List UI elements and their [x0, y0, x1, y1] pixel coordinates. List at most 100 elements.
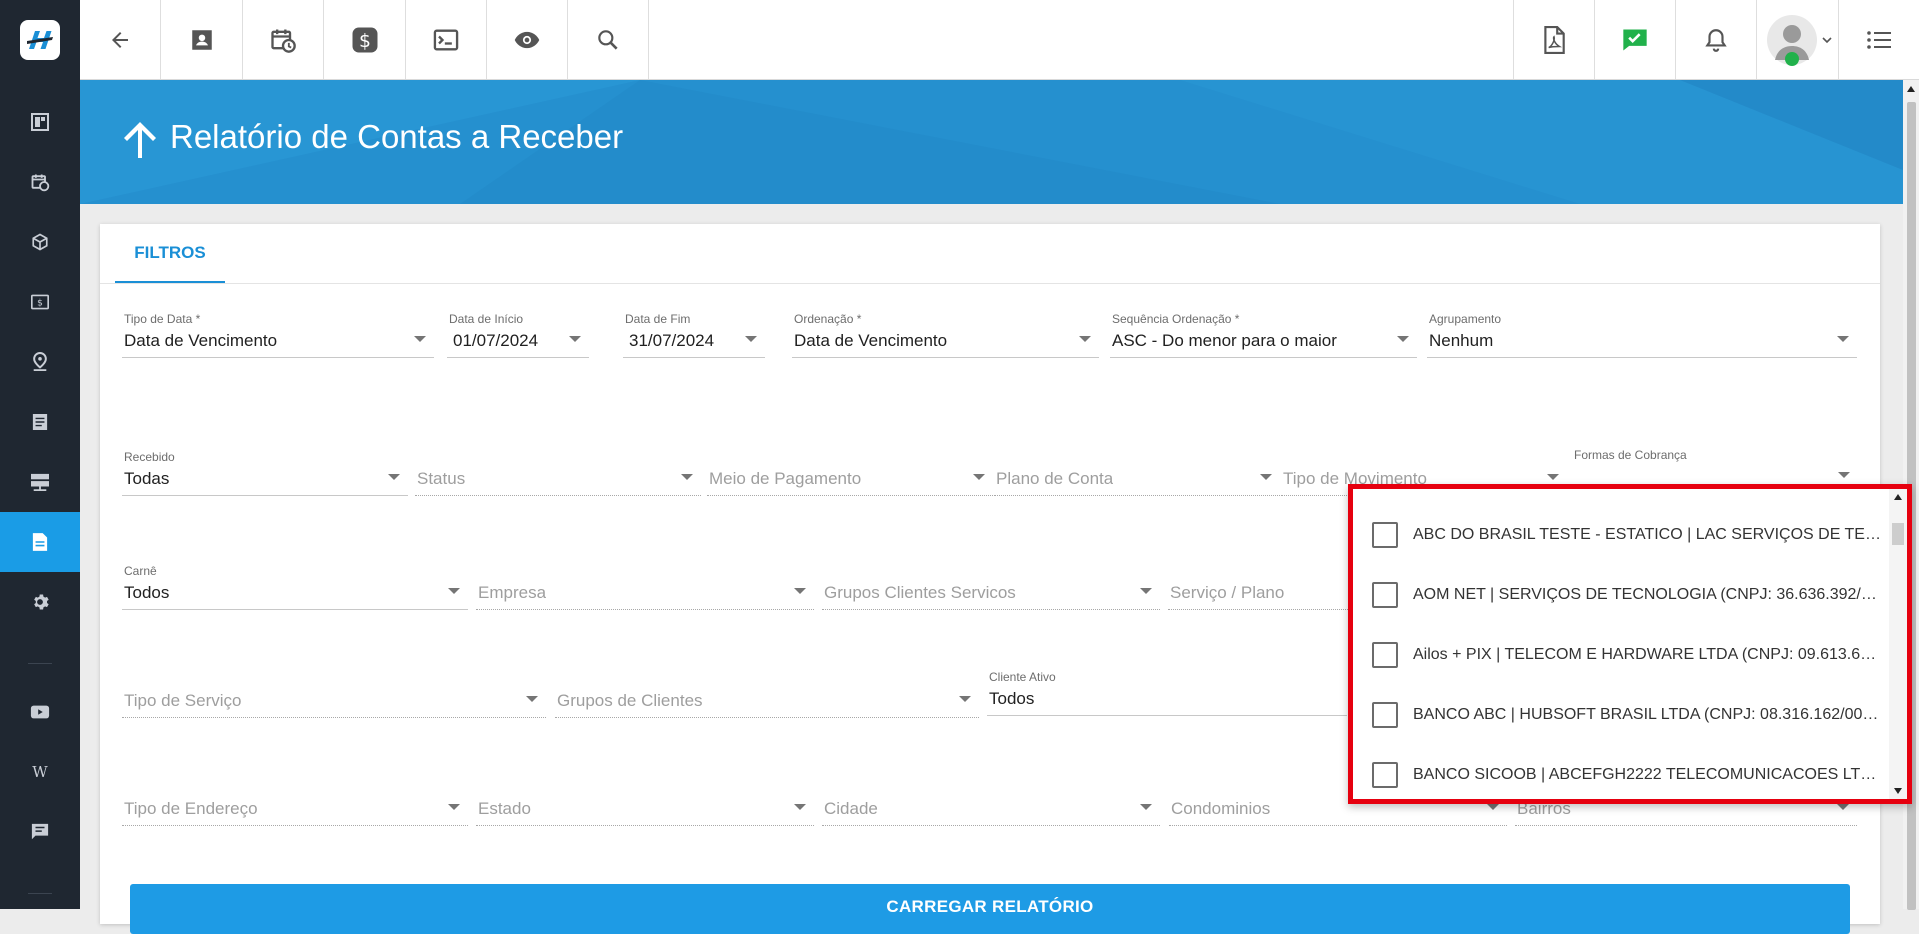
- recebido-select[interactable]: Recebido Todas: [122, 450, 408, 496]
- list-item[interactable]: Ailos + PIX | TELECOM E HARDWARE LTDA (C…: [1353, 625, 1889, 685]
- server-icon: [30, 473, 50, 491]
- eye-icon: [513, 26, 541, 54]
- field-underline: [122, 495, 408, 496]
- sidebar-item-videos[interactable]: [0, 682, 80, 742]
- tipo-servico-select[interactable]: Tipo de Serviço: [122, 672, 546, 718]
- avatar-icon: [1766, 14, 1818, 66]
- list-item[interactable]: BANCO ABC | HUBSOFT BRASIL LTDA (CNPJ: 0…: [1353, 685, 1889, 745]
- dropdown-scrollbar[interactable]: [1889, 489, 1907, 799]
- ordenacao-select[interactable]: Ordenação * Data de Vencimento: [792, 312, 1099, 358]
- list-item[interactable]: BANCO SICOOB | ABCEFGH2222 TELECOMUNICAC…: [1353, 745, 1889, 805]
- dropdown-arrow-icon: [1140, 804, 1152, 810]
- hubsoft-logo-icon: [20, 20, 60, 60]
- servico-plano-select[interactable]: Serviço / Plano: [1168, 564, 1368, 610]
- field-underline: [555, 717, 979, 718]
- field-underline: [994, 495, 1280, 496]
- terminal-button[interactable]: [406, 0, 487, 79]
- pdf-button[interactable]: [1513, 0, 1594, 79]
- agrupamento-select[interactable]: Agrupamento Nenhum: [1427, 312, 1857, 358]
- tipo-endereco-select[interactable]: Tipo de Endereço: [122, 780, 468, 826]
- schedule-button[interactable]: [243, 0, 324, 79]
- sidebar-item-finance[interactable]: $: [0, 272, 80, 332]
- dropdown-arrow-icon: [1838, 472, 1850, 478]
- checkbox[interactable]: [1372, 522, 1398, 548]
- meio-pagamento-select[interactable]: Meio de Pagamento: [707, 450, 993, 496]
- checkbox[interactable]: [1372, 702, 1398, 728]
- list-item[interactable]: ABC DO BRASIL TESTE - ESTATICO | LAC SER…: [1353, 505, 1889, 565]
- sidebar-item-schedule[interactable]: [0, 152, 80, 212]
- field-underline: [822, 609, 1160, 610]
- sidebar-item-reports[interactable]: [0, 512, 80, 572]
- logo-container[interactable]: [0, 0, 80, 80]
- field-underline: [122, 825, 468, 826]
- scroll-up-icon[interactable]: [1894, 494, 1902, 500]
- contact-card-icon: [189, 27, 215, 53]
- field-underline: [1110, 357, 1417, 358]
- grupos-clientes-servicos-select[interactable]: Grupos Clientes Servicos: [822, 564, 1160, 610]
- arrow-up-icon: [118, 118, 162, 162]
- carregar-relatorio-button[interactable]: CARREGAR RELATÓRIO: [130, 884, 1850, 934]
- svg-text:$: $: [37, 299, 43, 309]
- sidebar-item-settings[interactable]: [0, 572, 80, 632]
- sidebar-item-network[interactable]: [0, 452, 80, 512]
- box-icon: [31, 233, 49, 251]
- tipo-data-select[interactable]: Tipo de Data * Data de Vencimento: [122, 312, 434, 358]
- field-value: Todos: [989, 689, 1035, 708]
- field-placeholder: Grupos Clientes Servicos: [824, 583, 1016, 602]
- tab-filtros[interactable]: FILTROS: [115, 224, 225, 283]
- sidebar-item-products[interactable]: [0, 212, 80, 272]
- checkbox[interactable]: [1372, 582, 1398, 608]
- notifications-button[interactable]: [1675, 0, 1756, 79]
- field-underline: [987, 715, 1347, 716]
- view-button[interactable]: [487, 0, 568, 79]
- back-button[interactable]: [80, 0, 161, 79]
- field-value: 31/07/2024: [629, 331, 715, 350]
- youtube-icon: [30, 704, 50, 720]
- status-select[interactable]: Status: [415, 450, 701, 496]
- sidebar-item-wiki[interactable]: W: [0, 742, 80, 802]
- search-button[interactable]: [568, 0, 649, 79]
- field-underline: [1427, 357, 1857, 358]
- data-inicio-field[interactable]: Data de Início 01/07/2024: [447, 312, 589, 358]
- estado-select[interactable]: Estado: [476, 780, 814, 826]
- cliente-ativo-select[interactable]: Cliente Ativo Todos: [987, 670, 1347, 716]
- grupos-clientes-select[interactable]: Grupos de Clientes: [555, 672, 979, 718]
- plano-conta-select[interactable]: Plano de Conta: [994, 450, 1280, 496]
- field-underline: [447, 357, 589, 358]
- empresa-select[interactable]: Empresa: [476, 564, 814, 610]
- field-value: ASC - Do menor para o maior: [1112, 331, 1337, 350]
- list-item[interactable]: AOM NET | SERVIÇOS DE TECNOLOGIA (CNPJ: …: [1353, 565, 1889, 625]
- scroll-down-icon[interactable]: [1894, 788, 1902, 794]
- dropdown-scrollbar-thumb[interactable]: [1892, 523, 1904, 545]
- carne-select[interactable]: Carnê Todos: [122, 564, 468, 610]
- dropdown-arrow-icon: [1260, 474, 1272, 480]
- field-label: Cliente Ativo: [989, 670, 1056, 684]
- money-icon: $: [31, 294, 49, 310]
- chevron-down-icon: [1821, 34, 1833, 46]
- field-placeholder: Empresa: [478, 583, 547, 602]
- sidebar-item-chat[interactable]: [0, 802, 80, 862]
- checkbox[interactable]: [1372, 762, 1398, 788]
- field-label: Tipo de Data *: [124, 312, 201, 326]
- field-underline: [122, 357, 434, 358]
- top-bar: $: [0, 0, 1919, 80]
- field-placeholder: Cidade: [824, 799, 878, 818]
- dropdown-arrow-icon: [745, 336, 757, 342]
- cidade-select[interactable]: Cidade: [822, 780, 1160, 826]
- sidebar-item-documents[interactable]: [0, 392, 80, 452]
- sidebar-item-dashboard[interactable]: [0, 92, 80, 152]
- user-menu-button[interactable]: [1756, 0, 1838, 79]
- sidebar-item-map[interactable]: [0, 332, 80, 392]
- data-fim-field[interactable]: Data de Fim 31/07/2024: [623, 312, 765, 358]
- pdf-icon: [1541, 25, 1567, 54]
- contacts-button[interactable]: [162, 0, 243, 79]
- messages-button[interactable]: [1594, 0, 1675, 79]
- checkbox[interactable]: [1372, 642, 1398, 668]
- finance-button[interactable]: $: [325, 0, 406, 79]
- dropdown-arrow-icon: [388, 474, 400, 480]
- main-menu-button[interactable]: [1838, 0, 1919, 79]
- terminal-icon: [432, 26, 460, 54]
- calendar-clock-icon: [269, 26, 297, 54]
- page-title: Relatório de Contas a Receber: [170, 118, 624, 155]
- sequencia-ordenacao-select[interactable]: Sequência Ordenação * ASC - Do menor par…: [1110, 312, 1417, 358]
